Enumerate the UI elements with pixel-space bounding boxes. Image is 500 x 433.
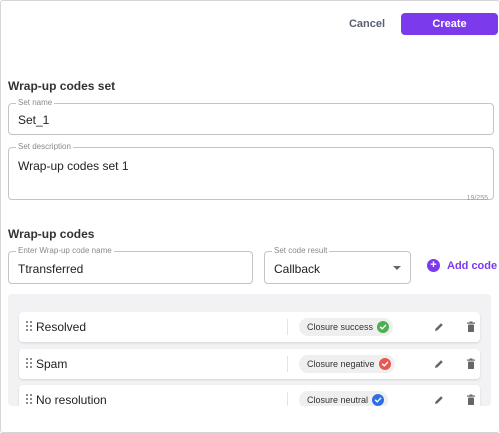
description-char-counter: 19/255 [466, 195, 488, 202]
result-badge: Closure success [299, 318, 394, 336]
row-divider [287, 319, 288, 335]
list-item[interactable]: Resolved Closure success [19, 312, 480, 342]
list-item[interactable]: Spam Closure negative [19, 349, 480, 379]
delete-icon[interactable] [466, 320, 476, 332]
code-name-label: Enter Wrap-up code name [16, 246, 114, 256]
code-name-input[interactable]: Enter Wrap-up code name Ttransferred [8, 246, 253, 284]
cancel-button[interactable]: Cancel [337, 13, 397, 35]
delete-icon[interactable] [466, 393, 476, 405]
code-result-label: Set code result [272, 246, 330, 256]
code-name-value: Ttransferred [18, 262, 84, 276]
add-code-label: Add code [447, 259, 498, 272]
codes-list: Resolved Closure success Spam Closure ne… [8, 294, 491, 406]
dialog-actions: Cancel Create [337, 12, 498, 36]
drag-handle-icon[interactable] [26, 358, 34, 370]
set-description-value: Wrap-up codes set 1 [18, 159, 129, 173]
result-text: Closure success [307, 322, 374, 332]
result-text: Closure neutral [307, 395, 369, 405]
set-name-field[interactable]: Set name Set_1 [8, 98, 494, 135]
check-circle-icon [378, 358, 391, 370]
code-name: No resolution [36, 393, 107, 406]
code-name: Resolved [36, 320, 87, 334]
codes-set-section-title: Wrap-up codes set [8, 79, 116, 93]
list-item[interactable]: No resolution Closure neutral [19, 385, 480, 406]
plus-circle-icon: + [427, 259, 440, 272]
check-circle-icon [372, 394, 385, 406]
codes-section-title: Wrap-up codes [8, 227, 95, 241]
code-name: Spam [36, 357, 68, 371]
check-circle-icon [377, 321, 390, 333]
result-text: Closure negative [307, 359, 375, 369]
result-badge: Closure neutral [299, 391, 389, 406]
create-button[interactable]: Create [401, 13, 498, 35]
set-description-field[interactable]: Set description Wrap-up codes set 1 [8, 142, 494, 200]
set-name-label: Set name [16, 98, 55, 108]
caret-down-icon [393, 266, 401, 270]
add-code-button[interactable]: + Add code [427, 259, 497, 272]
code-result-select[interactable]: Set code result Callback [264, 246, 411, 284]
edit-icon[interactable] [433, 393, 445, 405]
set-name-value: Set_1 [18, 113, 50, 127]
result-badge: Closure negative [299, 355, 395, 373]
set-description-label: Set description [16, 142, 73, 152]
row-divider [287, 392, 288, 406]
drag-handle-icon[interactable] [26, 394, 34, 406]
delete-icon[interactable] [466, 357, 476, 369]
edit-icon[interactable] [433, 320, 445, 332]
edit-icon[interactable] [433, 357, 445, 369]
drag-handle-icon[interactable] [26, 321, 34, 333]
row-divider [287, 356, 288, 372]
code-result-value: Callback [274, 262, 321, 276]
